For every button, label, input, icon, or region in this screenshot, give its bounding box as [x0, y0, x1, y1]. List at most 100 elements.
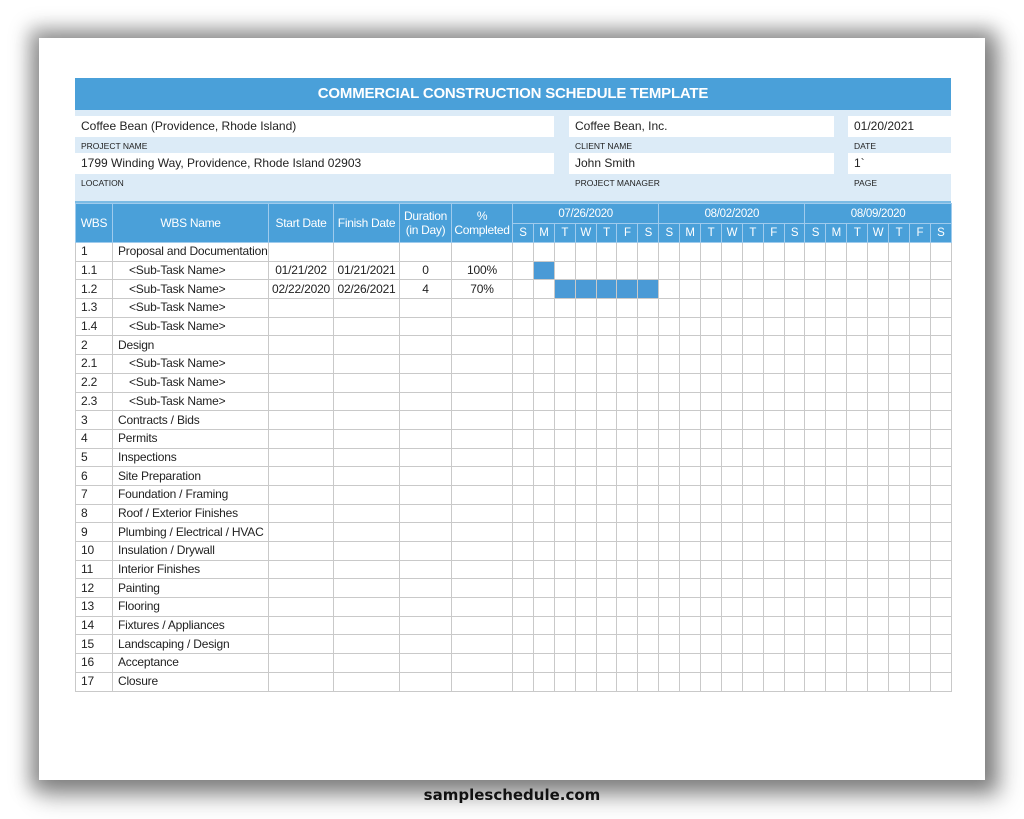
- finish-date-cell[interactable]: [333, 372, 400, 393]
- gantt-cell[interactable]: [616, 428, 639, 449]
- gantt-cell[interactable]: [762, 653, 785, 673]
- completed-cell[interactable]: [451, 503, 513, 524]
- wbs-name-cell[interactable]: Roof / Exterior Finishes: [112, 503, 269, 524]
- gantt-cell[interactable]: [825, 372, 848, 393]
- gantt-cell[interactable]: [720, 354, 743, 374]
- gantt-cell[interactable]: [762, 410, 785, 430]
- wbs-cell[interactable]: 16: [75, 653, 113, 673]
- gantt-cell[interactable]: [804, 279, 827, 300]
- wbs-name-cell[interactable]: <Sub-Task Name>: [112, 279, 269, 300]
- gantt-cell[interactable]: [825, 242, 848, 262]
- gantt-cell[interactable]: [888, 615, 910, 636]
- gantt-cell[interactable]: [888, 447, 910, 468]
- gantt-cell[interactable]: [888, 260, 910, 281]
- gantt-cell[interactable]: [616, 298, 639, 318]
- gantt-bar-cell[interactable]: [616, 279, 639, 300]
- gantt-cell[interactable]: [512, 242, 534, 262]
- gantt-cell[interactable]: [762, 428, 785, 449]
- gantt-cell[interactable]: [595, 260, 618, 281]
- gantt-cell[interactable]: [804, 634, 827, 655]
- wbs-cell[interactable]: 1.3: [75, 298, 113, 318]
- gantt-cell[interactable]: [658, 484, 681, 505]
- gantt-cell[interactable]: [512, 541, 534, 561]
- gantt-cell[interactable]: [783, 447, 806, 468]
- gantt-cell[interactable]: [574, 447, 597, 468]
- gantt-cell[interactable]: [867, 597, 890, 617]
- gantt-cell[interactable]: [616, 260, 639, 281]
- gantt-cell[interactable]: [762, 447, 785, 468]
- gantt-cell[interactable]: [700, 316, 722, 337]
- duration-cell[interactable]: [399, 615, 452, 636]
- gantt-cell[interactable]: [679, 559, 702, 580]
- wbs-name-cell[interactable]: Design: [112, 335, 269, 356]
- gantt-cell[interactable]: [637, 298, 660, 318]
- gantt-cell[interactable]: [783, 634, 806, 655]
- gantt-cell[interactable]: [929, 578, 952, 599]
- wbs-cell[interactable]: 2.1: [75, 354, 113, 374]
- gantt-cell[interactable]: [929, 447, 952, 468]
- duration-cell[interactable]: [399, 597, 452, 617]
- gantt-cell[interactable]: [512, 447, 534, 468]
- completed-cell[interactable]: [451, 671, 513, 692]
- gantt-cell[interactable]: [616, 484, 639, 505]
- gantt-cell[interactable]: [741, 522, 764, 542]
- gantt-cell[interactable]: [846, 391, 869, 412]
- gantt-cell[interactable]: [720, 410, 743, 430]
- gantt-cell[interactable]: [846, 447, 869, 468]
- gantt-cell[interactable]: [637, 541, 660, 561]
- finish-date-cell[interactable]: [333, 522, 400, 542]
- gantt-cell[interactable]: [658, 522, 681, 542]
- gantt-cell[interactable]: [700, 634, 722, 655]
- wbs-cell[interactable]: 4: [75, 428, 113, 449]
- completed-cell[interactable]: [451, 522, 513, 542]
- gantt-cell[interactable]: [804, 484, 827, 505]
- gantt-cell[interactable]: [783, 466, 806, 486]
- duration-cell[interactable]: [399, 372, 452, 393]
- gantt-cell[interactable]: [804, 335, 827, 356]
- gantt-cell[interactable]: [616, 354, 639, 374]
- gantt-cell[interactable]: [720, 503, 743, 524]
- gantt-cell[interactable]: [700, 671, 722, 692]
- duration-cell[interactable]: [399, 316, 452, 337]
- gantt-cell[interactable]: [888, 242, 910, 262]
- finish-date-cell[interactable]: [333, 391, 400, 412]
- wbs-name-cell[interactable]: Inspections: [112, 447, 269, 468]
- gantt-cell[interactable]: [888, 466, 910, 486]
- gantt-cell[interactable]: [532, 653, 555, 673]
- gantt-cell[interactable]: [929, 671, 952, 692]
- gantt-cell[interactable]: [720, 671, 743, 692]
- gantt-cell[interactable]: [888, 671, 910, 692]
- duration-cell[interactable]: [399, 410, 452, 430]
- wbs-name-cell[interactable]: <Sub-Task Name>: [112, 372, 269, 393]
- wbs-cell[interactable]: 3: [75, 410, 113, 430]
- gantt-cell[interactable]: [929, 428, 952, 449]
- gantt-cell[interactable]: [679, 354, 702, 374]
- gantt-cell[interactable]: [595, 484, 618, 505]
- gantt-cell[interactable]: [783, 354, 806, 374]
- start-date-cell[interactable]: [268, 503, 334, 524]
- gantt-cell[interactable]: [658, 466, 681, 486]
- gantt-cell[interactable]: [762, 503, 785, 524]
- completed-cell[interactable]: [451, 428, 513, 449]
- gantt-cell[interactable]: [929, 541, 952, 561]
- gantt-cell[interactable]: [595, 298, 618, 318]
- gantt-cell[interactable]: [867, 671, 890, 692]
- gantt-cell[interactable]: [741, 335, 764, 356]
- completed-cell[interactable]: [451, 559, 513, 580]
- gantt-cell[interactable]: [637, 260, 660, 281]
- wbs-cell[interactable]: 13: [75, 597, 113, 617]
- gantt-cell[interactable]: [888, 316, 910, 337]
- gantt-cell[interactable]: [741, 634, 764, 655]
- gantt-cell[interactable]: [595, 615, 618, 636]
- gantt-cell[interactable]: [532, 447, 555, 468]
- gantt-cell[interactable]: [867, 541, 890, 561]
- gantt-cell[interactable]: [867, 447, 890, 468]
- gantt-cell[interactable]: [762, 559, 785, 580]
- gantt-cell[interactable]: [908, 410, 931, 430]
- gantt-cell[interactable]: [637, 391, 660, 412]
- gantt-cell[interactable]: [929, 634, 952, 655]
- gantt-cell[interactable]: [532, 597, 555, 617]
- gantt-cell[interactable]: [679, 391, 702, 412]
- gantt-cell[interactable]: [888, 298, 910, 318]
- duration-cell[interactable]: 0: [399, 260, 452, 281]
